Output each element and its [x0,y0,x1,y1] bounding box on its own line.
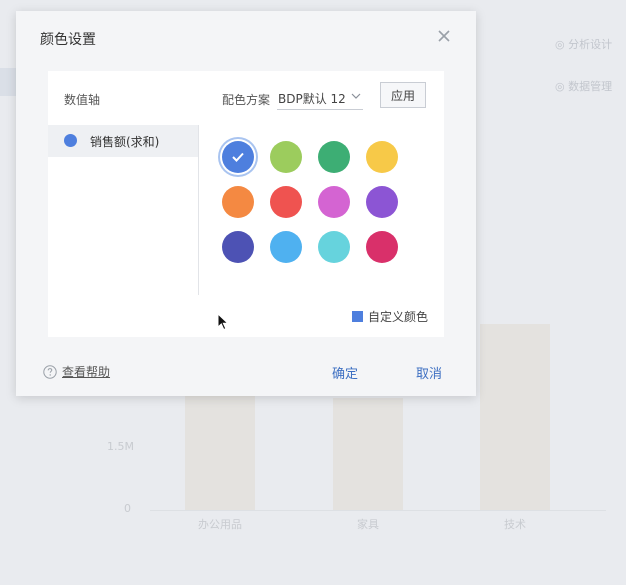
color-swatch[interactable] [270,141,302,173]
custom-color-swatch [351,310,363,322]
check-icon [232,152,244,162]
background-axis [150,510,606,511]
help-link[interactable]: 查看帮助 [43,363,110,380]
color-scheme-value: BDP默认 12 [278,92,346,106]
background-bar [185,394,255,510]
color-swatch[interactable] [222,231,254,263]
ok-button[interactable]: 确定 [332,363,358,382]
color-swatch[interactable] [366,186,398,218]
apply-button[interactable]: 应用 [380,82,426,108]
background-side-item-design: ◎ 分析设计 [555,38,613,51]
color-scheme-select[interactable]: BDP默认 12 [277,85,363,110]
color-swatch[interactable] [318,186,350,218]
color-panel: 数值轴 配色方案 BDP默认 12 应用 销售额(求和) 自定义颜色 [48,71,444,337]
color-swatch[interactable] [270,186,302,218]
color-swatch-grid [222,141,412,271]
background-category-label: 家具 [357,518,379,531]
color-swatch[interactable] [366,141,398,173]
question-icon [43,364,57,379]
series-list: 销售额(求和) [48,125,199,295]
color-swatch[interactable] [318,141,350,173]
color-swatch[interactable] [366,231,398,263]
color-swatch[interactable] [318,231,350,263]
background-side-item-data: ◎ 数据管理 [555,80,613,93]
color-settings-dialog: 颜色设置 数值轴 配色方案 BDP默认 12 应用 销售额(求和) 自定义颜色 [16,11,476,396]
background-chart: 1.5M 0 办公用品 家具 技术 [38,324,606,568]
help-label: 查看帮助 [62,365,111,379]
background-tick-label: 1.5M [107,440,134,453]
dialog-title: 颜色设置 [40,32,96,48]
custom-color-button[interactable]: 自定义颜色 [351,309,428,324]
color-swatch[interactable] [222,141,254,173]
background-category-label: 技术 [504,518,526,531]
background-bar [480,324,550,510]
cancel-button[interactable]: 取消 [416,363,442,382]
series-color-dot [64,134,77,147]
custom-color-label: 自定义颜色 [367,309,428,324]
background-bar [333,398,403,510]
color-swatch[interactable] [222,186,254,218]
mouse-cursor-icon [217,313,229,331]
value-axis-label: 数值轴 [64,93,101,107]
color-swatch[interactable] [270,231,302,263]
color-scheme-label: 配色方案 [222,93,271,107]
close-icon[interactable] [436,28,452,44]
background-category-label: 办公用品 [198,518,242,531]
series-item[interactable]: 销售额(求和) [48,125,198,157]
series-label: 销售额(求和) [90,135,160,149]
background-tick-label: 0 [124,502,131,515]
chevron-down-icon [351,93,361,99]
